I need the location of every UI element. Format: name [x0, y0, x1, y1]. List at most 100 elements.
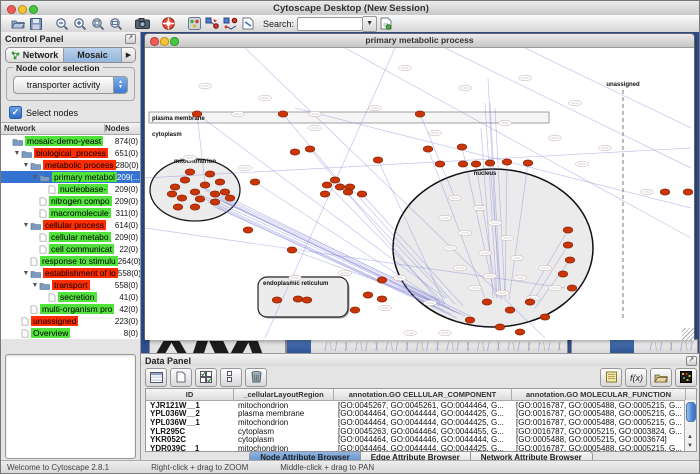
tree-item[interactable]: ▼metabolic process280(0): [1, 159, 140, 171]
edit-nodes-icon[interactable]: [205, 17, 220, 31]
network-node[interactable]: [505, 307, 515, 313]
resize-grip[interactable]: [682, 328, 694, 340]
notes-icon[interactable]: [600, 368, 622, 387]
network-node[interactable]: [465, 317, 475, 323]
network-node[interactable]: [363, 292, 373, 298]
open-icon[interactable]: [11, 17, 26, 31]
network-node[interactable]: [205, 171, 215, 177]
network-node[interactable]: [457, 144, 467, 150]
help-icon[interactable]: [161, 17, 176, 31]
network-node[interactable]: [215, 179, 225, 185]
network-edge[interactable]: [445, 48, 691, 168]
disclosure-triangle-icon[interactable]: ▼: [22, 162, 30, 169]
scrollbar-thumb[interactable]: [686, 402, 696, 422]
network-node[interactable]: [272, 297, 282, 303]
tree-item[interactable]: response to stimulu264(0): [1, 255, 140, 267]
disclosure-triangle-icon[interactable]: ▼: [31, 174, 39, 181]
network-node[interactable]: [180, 177, 190, 183]
network-node[interactable]: [335, 184, 345, 190]
tree-item[interactable]: cell communicat22(0): [1, 243, 140, 255]
tab-network[interactable]: Network: [6, 48, 64, 62]
tree-item[interactable]: nitrogen compo209(0): [1, 195, 140, 207]
network-edge[interactable]: [145, 148, 691, 178]
disclosure-triangle-icon[interactable]: ▼: [22, 222, 30, 229]
scroll-down-icon[interactable]: ▼: [685, 442, 695, 451]
background-window-fragment[interactable]: [149, 339, 286, 353]
search-input[interactable]: [297, 17, 363, 31]
network-node[interactable]: [243, 227, 253, 233]
network-window-titlebar[interactable]: primary metabolic process: [145, 34, 694, 48]
search-dropdown-icon[interactable]: ▼: [363, 16, 377, 32]
float-panel-icon[interactable]: ↗: [125, 34, 136, 44]
unselect-attributes-icon[interactable]: [220, 368, 242, 387]
disclosure-triangle-icon[interactable]: ▼: [31, 282, 39, 289]
network-node[interactable]: [377, 277, 387, 283]
network-canvas[interactable]: plasma membranecytoplasmmitochondrionnuc…: [145, 48, 694, 340]
tree-item[interactable]: Overview8(0): [1, 327, 140, 339]
table-row[interactable]: YLR295Ccytoplasm[GO:0045263, GO:0044464,…: [146, 427, 696, 436]
network-node[interactable]: [567, 285, 577, 291]
network-node[interactable]: [210, 191, 220, 197]
network-node[interactable]: [192, 111, 202, 117]
network-node[interactable]: [185, 169, 195, 175]
network-node[interactable]: [523, 160, 533, 166]
tree-item[interactable]: multi-organism pro42(0): [1, 303, 140, 315]
network-node[interactable]: [225, 195, 235, 201]
tree-column-network[interactable]: Network: [1, 124, 105, 133]
network-node[interactable]: [350, 307, 360, 313]
network-node[interactable]: [515, 329, 525, 335]
scroll-up-icon[interactable]: ▲: [685, 433, 695, 442]
select-attributes-icon[interactable]: [195, 368, 217, 387]
vizmapper-icon[interactable]: [187, 17, 202, 31]
network-node[interactable]: [540, 314, 550, 320]
birdseye-view-panel[interactable]: [5, 354, 136, 459]
edit-edges-icon[interactable]: [223, 17, 238, 31]
region-nucleus[interactable]: [393, 169, 593, 327]
network-node[interactable]: [290, 149, 300, 155]
network-node[interactable]: [415, 111, 425, 117]
table-row[interactable]: YPL036W__2plasma membrane[GO:0044464, GO…: [146, 410, 696, 419]
annotation-icon[interactable]: [241, 17, 256, 31]
network-node[interactable]: [278, 111, 288, 117]
snapshot-icon[interactable]: [135, 17, 150, 31]
network-node[interactable]: [357, 191, 367, 197]
table-scrollbar[interactable]: ▲ ▼: [684, 400, 696, 451]
select-nodes-checkbox[interactable]: ✓: [9, 106, 22, 119]
network-node[interactable]: [683, 189, 693, 195]
network-node[interactable]: [173, 204, 183, 210]
network-node[interactable]: [343, 189, 353, 195]
network-node[interactable]: [250, 179, 260, 185]
network-node[interactable]: [482, 299, 492, 305]
attribute-table-icon[interactable]: [145, 368, 167, 387]
network-node[interactable]: [195, 196, 205, 202]
new-attribute-icon[interactable]: [170, 368, 192, 387]
network-node[interactable]: [373, 157, 383, 163]
network-node[interactable]: [320, 191, 330, 197]
network-node[interactable]: [287, 247, 297, 253]
disclosure-triangle-icon[interactable]: ▼: [22, 270, 30, 277]
network-node[interactable]: [302, 297, 312, 303]
network-node[interactable]: [190, 204, 200, 210]
network-node[interactable]: [177, 195, 187, 201]
network-node[interactable]: [495, 324, 505, 330]
network-node[interactable]: [377, 296, 387, 302]
table-row[interactable]: YJR121W__1mitochondrion[GO:0045267, GO:0…: [146, 401, 696, 410]
network-node[interactable]: [330, 177, 340, 183]
column-header-function[interactable]: annotation.GO MOLECULAR_FUNCTION: [512, 389, 686, 400]
save-icon[interactable]: [29, 17, 44, 31]
tree-item[interactable]: unassigned223(0): [1, 315, 140, 327]
tree-item[interactable]: mosaic-demo-yeast874(0): [1, 135, 140, 147]
network-node[interactable]: [210, 199, 220, 205]
network-node[interactable]: [220, 189, 230, 195]
tree-column-nodes[interactable]: Nodes: [105, 124, 140, 133]
tab-mosaic[interactable]: Mosaic: [64, 48, 122, 62]
network-node[interactable]: [170, 184, 180, 190]
network-node[interactable]: [502, 159, 512, 165]
table-row[interactable]: YKR052Ccytoplasm[GO:0044464, GO:0044446,…: [146, 435, 696, 444]
tree-item[interactable]: ▼transport558(0): [1, 279, 140, 291]
network-node[interactable]: [660, 189, 670, 195]
tree-item[interactable]: ▼biological_process651(0): [1, 147, 140, 159]
zoom-fit-icon[interactable]: [109, 17, 124, 31]
tree-item[interactable]: ▼cellular process614(0): [1, 219, 140, 231]
delete-attribute-icon[interactable]: [245, 368, 267, 387]
